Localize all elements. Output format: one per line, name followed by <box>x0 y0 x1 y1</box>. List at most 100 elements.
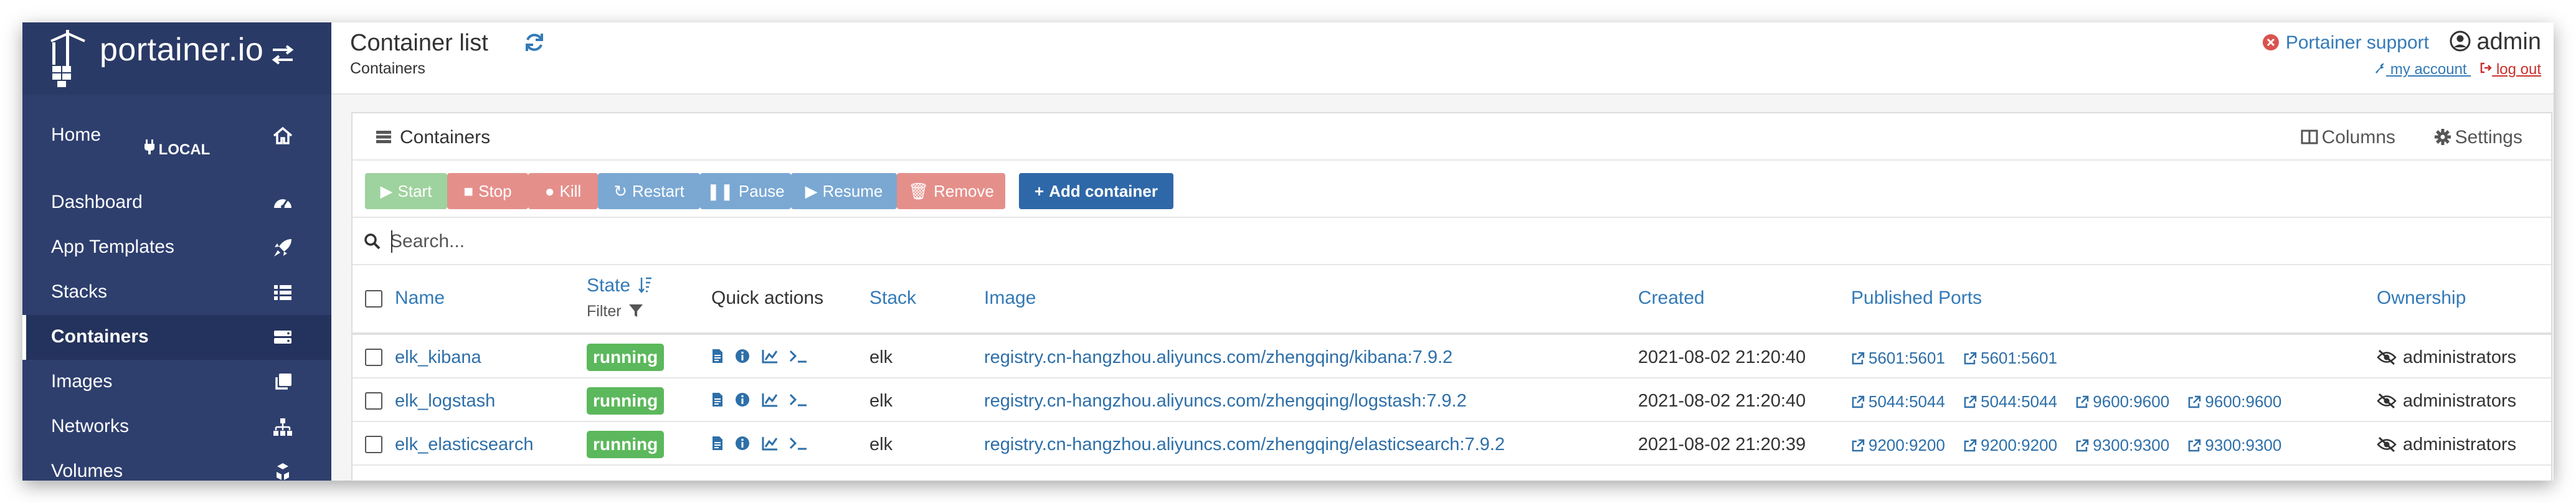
column-header-stack[interactable]: Stack <box>869 288 916 309</box>
play-icon: ▶ <box>805 182 818 200</box>
settings-button[interactable]: Settings <box>2434 127 2522 148</box>
info-icon[interactable] <box>735 349 750 364</box>
column-header-ownership[interactable]: Ownership <box>2377 288 2466 309</box>
sidebar-item-label: Dashboard <box>51 192 143 212</box>
port-link[interactable]: 5044:5044 <box>1963 392 2057 411</box>
user-name: admin <box>2476 29 2542 55</box>
console-icon[interactable] <box>789 436 808 451</box>
column-header-state[interactable]: State <box>587 275 653 296</box>
start-button[interactable]: ▶ Start <box>365 173 447 209</box>
port-link[interactable]: 5601:5601 <box>1963 349 2057 367</box>
resume-button[interactable]: ▶ Resume <box>791 173 897 209</box>
pause-button[interactable]: ❚❚ Pause <box>700 173 791 209</box>
external-link-icon <box>1964 395 1977 408</box>
sidebar-item-label: Stacks <box>51 281 108 302</box>
port-link[interactable]: 9300:9300 <box>2075 436 2169 454</box>
plus-icon: + <box>1035 182 1044 200</box>
stats-icon[interactable] <box>762 392 778 407</box>
console-icon[interactable] <box>789 392 808 407</box>
logs-icon[interactable] <box>711 392 724 407</box>
sitemap-icon <box>273 418 292 436</box>
account-links: my account log out <box>2374 61 2541 78</box>
created-date: 2021-08-02 21:20:40 <box>1638 347 1806 367</box>
port-link[interactable]: 5601:5601 <box>1851 349 1945 367</box>
sidebar-item-app-templates[interactable]: App Templates <box>22 225 331 270</box>
stack-name: elk <box>869 347 893 367</box>
sidebar-item-images[interactable]: Images <box>22 360 331 405</box>
sidebar-item-label: Containers <box>51 326 149 347</box>
eye-slash-icon <box>2377 436 2397 453</box>
stats-icon[interactable] <box>762 349 778 364</box>
info-icon[interactable] <box>735 392 750 407</box>
row-checkbox[interactable] <box>365 349 382 366</box>
stop-button[interactable]: ■ Stop <box>447 173 528 209</box>
row-checkbox[interactable] <box>365 436 382 453</box>
wrench-icon <box>2375 63 2385 73</box>
container-name-link[interactable]: elk_kibana <box>395 347 481 368</box>
port-link[interactable]: 9200:9200 <box>1851 436 1945 454</box>
column-header-name[interactable]: Name <box>395 288 445 309</box>
search-bar <box>353 218 2551 265</box>
status-badge: running <box>587 344 665 371</box>
image-link[interactable]: registry.cn-hangzhou.aliyuncs.com/zhengq… <box>984 347 1452 368</box>
columns-icon <box>2301 129 2318 144</box>
info-icon[interactable] <box>735 436 750 451</box>
panel-title: Containers <box>400 127 491 148</box>
console-icon[interactable] <box>789 349 808 364</box>
stats-icon[interactable] <box>762 436 778 451</box>
logs-icon[interactable] <box>711 349 724 364</box>
sidebar-item-containers[interactable]: Containers <box>22 315 331 360</box>
restart-button[interactable]: ↻ Restart <box>598 173 700 209</box>
select-all-checkbox[interactable] <box>365 290 382 308</box>
search-input[interactable] <box>390 227 1324 256</box>
created-date: 2021-08-02 21:20:39 <box>1638 435 1806 454</box>
quick-actions <box>711 392 817 407</box>
logout-link[interactable]: log out <box>2479 61 2541 78</box>
cubes-icon <box>277 463 289 480</box>
support-link[interactable]: Portainer support <box>2262 32 2429 54</box>
remove-button[interactable]: 🗑 Remove <box>897 173 1005 209</box>
refresh-icon[interactable] <box>523 31 546 54</box>
add-container-button[interactable]: + Add container <box>1019 173 1173 209</box>
sidebar-item-label: Volumes <box>51 461 123 481</box>
table-row: elk_logstash running elk registry.cn-han… <box>353 378 2551 422</box>
sidebar-item-stacks[interactable]: Stacks <box>22 270 331 315</box>
port-mapping: 9600:9600 <box>2093 392 2170 411</box>
column-header-published-ports[interactable]: Published Ports <box>1851 288 1982 309</box>
sidebar-item-label: Images <box>51 371 113 392</box>
port-link[interactable]: 9600:9600 <box>2187 392 2281 411</box>
brand-name[interactable]: portainer.io <box>100 31 263 68</box>
rocket-icon <box>274 239 291 256</box>
port-link[interactable]: 9600:9600 <box>2075 392 2169 411</box>
pause-label: Pause <box>738 182 785 200</box>
sidebar-item-dashboard[interactable]: Dashboard <box>22 181 331 225</box>
breadcrumb: Containers <box>350 60 425 77</box>
sidebar-item-volumes[interactable]: Volumes <box>22 449 331 481</box>
container-name-link[interactable]: elk_elasticsearch <box>395 435 533 455</box>
my-account-link[interactable]: my account <box>2374 61 2471 78</box>
ownership-label: administrators <box>2403 391 2517 411</box>
external-link-icon <box>1852 352 1865 365</box>
ownership: administrators <box>2377 347 2516 368</box>
sidebar: portainer.io Home LOCAL Dashboard App Te… <box>22 22 331 481</box>
image-link[interactable]: registry.cn-hangzhou.aliyuncs.com/zhengq… <box>984 435 1505 455</box>
created-date: 2021-08-02 21:20:40 <box>1638 391 1806 411</box>
sidebar-item-networks[interactable]: Networks <box>22 405 331 449</box>
port-link[interactable]: 5044:5044 <box>1851 392 1945 411</box>
column-header-image[interactable]: Image <box>984 288 1036 309</box>
row-checkbox[interactable] <box>365 392 382 410</box>
logs-icon[interactable] <box>711 436 724 451</box>
port-link[interactable]: 9300:9300 <box>2187 436 2281 454</box>
port-link[interactable]: 9200:9200 <box>1963 436 2057 454</box>
image-link[interactable]: registry.cn-hangzhou.aliyuncs.com/zhengq… <box>984 391 1467 411</box>
sidebar-item-label: App Templates <box>51 237 174 257</box>
kill-button[interactable]: ● Kill <box>528 173 598 209</box>
container-name-link[interactable]: elk_logstash <box>395 391 495 411</box>
external-link-icon <box>1852 395 1865 408</box>
exchange-icon[interactable] <box>270 44 295 66</box>
column-header-created[interactable]: Created <box>1638 288 1705 309</box>
sort-icon <box>638 277 652 294</box>
play-icon: ▶ <box>380 182 393 200</box>
columns-button[interactable]: Columns <box>2301 127 2395 148</box>
state-filter[interactable]: Filter <box>587 303 643 321</box>
